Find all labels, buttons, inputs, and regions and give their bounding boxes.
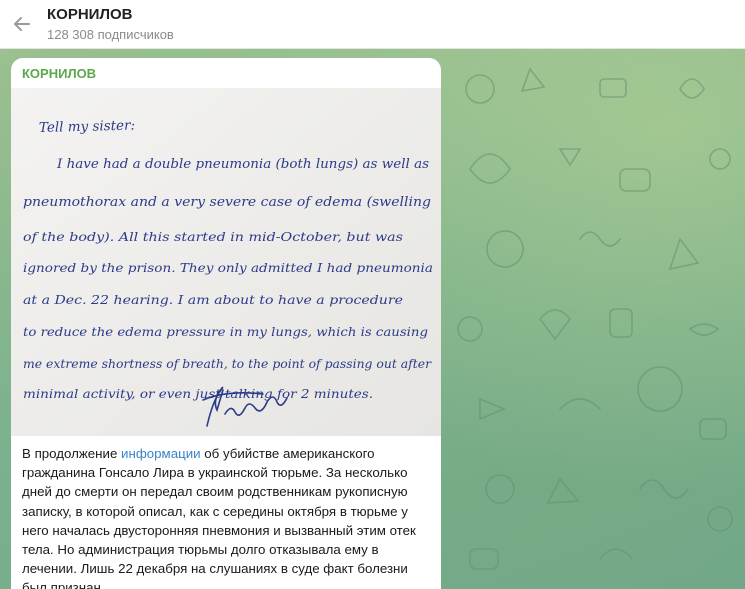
message-sender[interactable]: КОРНИЛОВ	[22, 66, 96, 81]
letter-line: Tell my sister:	[39, 117, 136, 136]
letter-line: I have had a double pneumonia (both lung…	[56, 157, 429, 172]
letter-line: me extreme shortness of breath, to the p…	[23, 357, 432, 371]
message-bubble[interactable]: КОРНИЛОВ Tell my sister: I have had a do…	[11, 58, 441, 589]
letter-line: pneumothorax and a very severe case of e…	[23, 195, 431, 210]
message-caption: В продолжение информации об убийстве аме…	[22, 444, 434, 589]
caption-text: об убийстве американского гражданина Гон…	[22, 446, 416, 589]
letter-line: ignored by the prison. They only admitte…	[23, 260, 433, 275]
letter-line: at a Dec. 22 hearing. I am about to have…	[23, 292, 403, 307]
channel-title[interactable]: КОРНИЛОВ	[47, 6, 132, 23]
arrow-left-icon	[14, 17, 30, 31]
subscriber-count: 128 308 подписчиков	[47, 27, 174, 42]
message-photo[interactable]: Tell my sister: I have had a double pneu…	[11, 88, 441, 436]
handwritten-letter-image: Tell my sister: I have had a double pneu…	[11, 88, 441, 436]
caption-text: В продолжение	[22, 446, 122, 461]
letter-line: minimal activity, or even just talking f…	[23, 387, 373, 401]
caption-link[interactable]: информации	[121, 446, 201, 461]
back-button[interactable]	[10, 12, 34, 36]
chat-area[interactable]: КОРНИЛОВ Tell my sister: I have had a do…	[0, 49, 745, 589]
letter-line: of the body). All this started in mid-Oc…	[23, 229, 403, 244]
channel-header: КОРНИЛОВ 128 308 подписчиков	[0, 0, 745, 49]
letter-line: to reduce the edema pressure in my lungs…	[23, 325, 428, 339]
